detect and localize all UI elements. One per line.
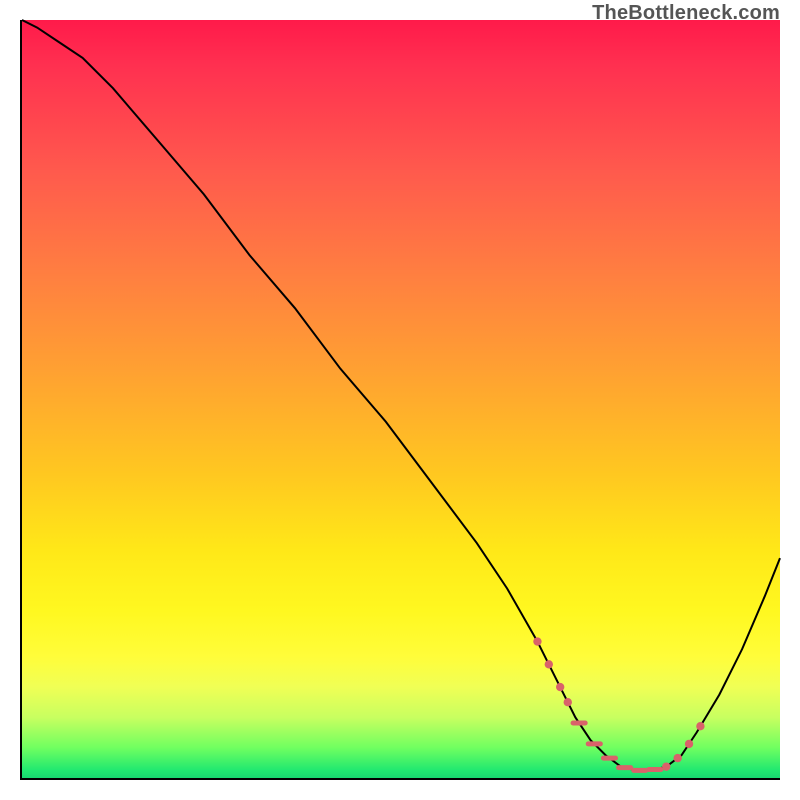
highlight-dot [673,754,681,762]
highlight-dot [533,637,541,645]
chart-plot-area [20,20,780,780]
highlight-valley-markers [533,637,704,770]
bottleneck-curve-svg [22,20,780,778]
highlight-dot [545,660,553,668]
highlight-dot [662,762,670,770]
highlight-dot [556,683,564,691]
highlight-dot [685,740,693,748]
highlight-dot [696,722,704,730]
bottleneck-curve-line [22,20,780,770]
highlight-dot [564,698,572,706]
